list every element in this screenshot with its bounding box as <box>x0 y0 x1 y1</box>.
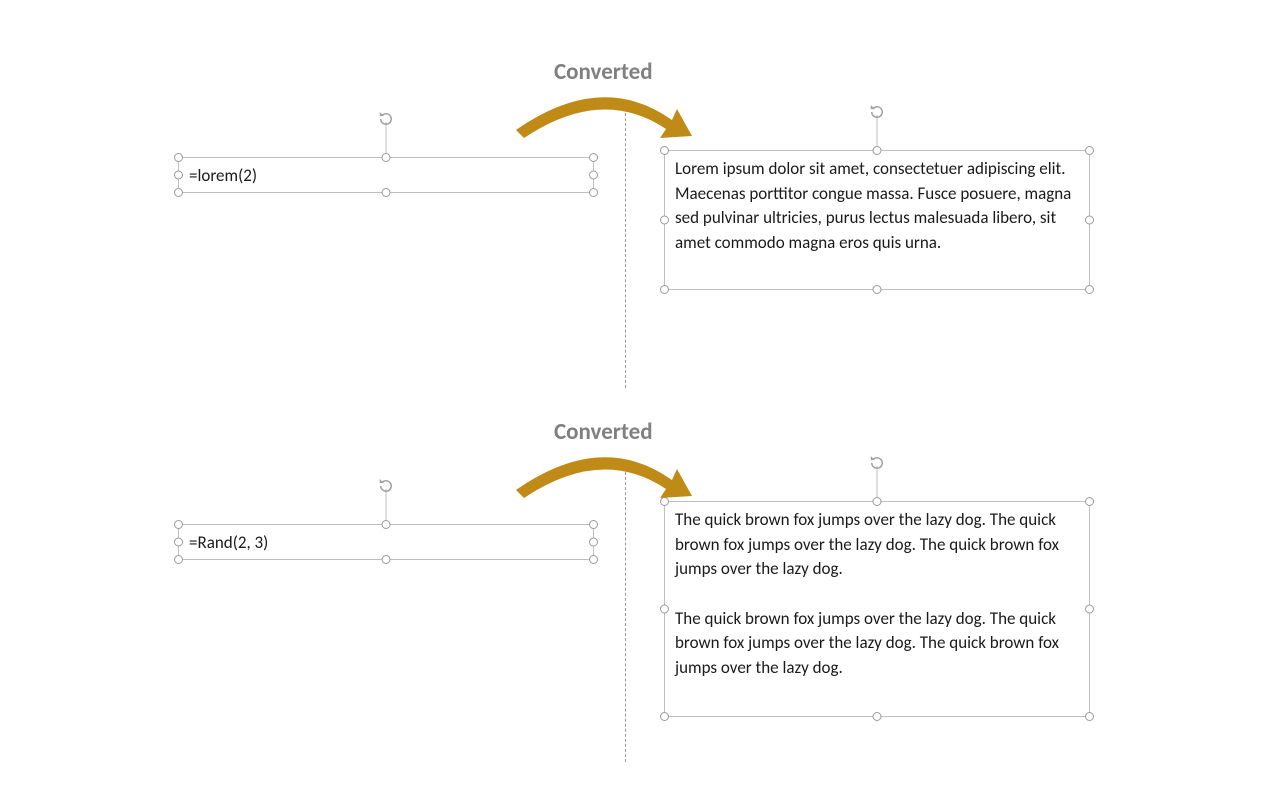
input-textbox-2[interactable]: =Rand(2, 3) <box>178 524 594 560</box>
resize-handle[interactable] <box>1085 285 1094 294</box>
resize-handle[interactable] <box>660 146 669 155</box>
resize-handle[interactable] <box>660 605 669 614</box>
resize-handle[interactable] <box>1085 712 1094 721</box>
converted-arrow-1 <box>512 92 692 142</box>
resize-handle[interactable] <box>174 188 183 197</box>
converted-label-1: Converted <box>554 58 653 86</box>
resize-handle[interactable] <box>660 712 669 721</box>
resize-handle[interactable] <box>382 188 391 197</box>
resize-handle[interactable] <box>589 520 598 529</box>
output-text-2: The quick brown fox jumps over the lazy … <box>665 502 1089 686</box>
resize-handle[interactable] <box>174 153 183 162</box>
resize-handle[interactable] <box>660 216 669 225</box>
input-textbox-1[interactable]: =lorem(2) <box>178 157 594 193</box>
arrow-icon <box>512 452 692 502</box>
rotate-handle-icon[interactable] <box>377 110 395 128</box>
resize-handle[interactable] <box>1085 605 1094 614</box>
converted-arrow-2 <box>512 452 692 502</box>
resize-handle[interactable] <box>382 520 391 529</box>
resize-handle[interactable] <box>382 153 391 162</box>
resize-handle[interactable] <box>174 171 183 180</box>
resize-handle[interactable] <box>1085 216 1094 225</box>
resize-handle[interactable] <box>873 712 882 721</box>
output-textbox-1[interactable]: Lorem ipsum dolor sit amet, consectetuer… <box>664 150 1090 290</box>
rotate-handle-icon[interactable] <box>868 103 886 121</box>
resize-handle[interactable] <box>873 285 882 294</box>
resize-handle[interactable] <box>589 188 598 197</box>
rotate-handle-icon[interactable] <box>868 454 886 472</box>
resize-handle[interactable] <box>873 146 882 155</box>
divider-1 <box>625 108 626 388</box>
output-textbox-2[interactable]: The quick brown fox jumps over the lazy … <box>664 501 1090 717</box>
rotate-handle-icon[interactable] <box>377 477 395 495</box>
resize-handle[interactable] <box>1085 146 1094 155</box>
resize-handle[interactable] <box>589 538 598 547</box>
resize-handle[interactable] <box>174 538 183 547</box>
converted-label-2: Converted <box>554 418 653 446</box>
resize-handle[interactable] <box>660 497 669 506</box>
resize-handle[interactable] <box>1085 497 1094 506</box>
output-text-1: Lorem ipsum dolor sit amet, consectetuer… <box>665 151 1089 262</box>
resize-handle[interactable] <box>589 153 598 162</box>
diagram-stage: Converted =lorem(2) <box>0 0 1281 804</box>
resize-handle[interactable] <box>589 171 598 180</box>
resize-handle[interactable] <box>174 555 183 564</box>
resize-handle[interactable] <box>660 285 669 294</box>
resize-handle[interactable] <box>174 520 183 529</box>
resize-handle[interactable] <box>589 555 598 564</box>
arrow-icon <box>512 92 692 142</box>
divider-2 <box>625 472 626 762</box>
resize-handle[interactable] <box>382 555 391 564</box>
resize-handle[interactable] <box>873 497 882 506</box>
